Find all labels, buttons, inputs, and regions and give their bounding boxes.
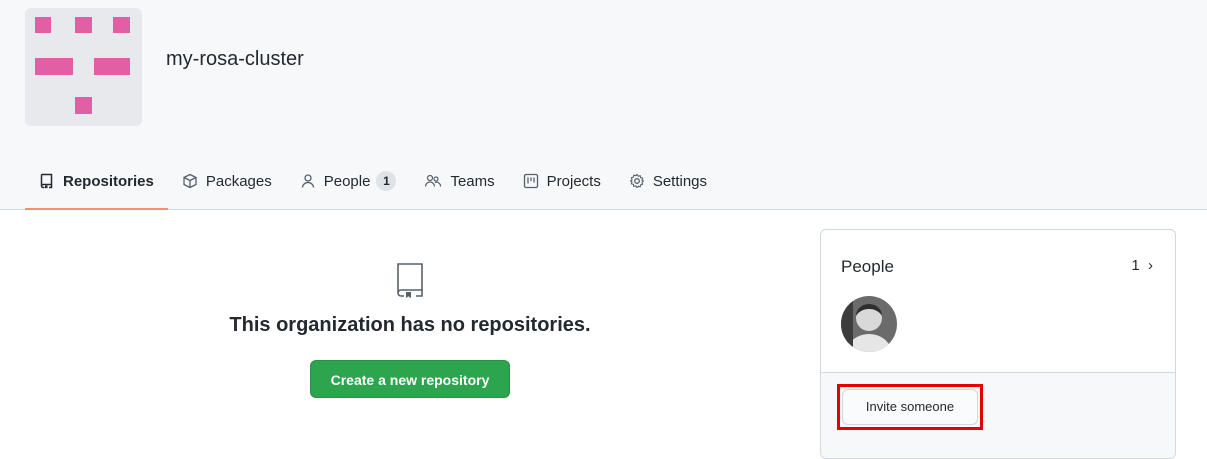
tab-projects[interactable]: Projects (509, 158, 615, 204)
tab-people[interactable]: People 1 (286, 158, 411, 204)
repo-icon (40, 173, 53, 189)
people-icon (425, 174, 442, 187)
repo-icon (397, 263, 423, 298)
people-card-count-link[interactable]: 1 › (1131, 257, 1153, 274)
empty-state: This organization has no repositories. C… (160, 262, 660, 398)
people-card-footer: Invite someone (821, 372, 1175, 458)
package-icon (183, 173, 197, 189)
tab-repositories[interactable]: Repositories (25, 158, 168, 210)
tab-label: Packages (205, 172, 272, 190)
gear-icon (629, 173, 644, 189)
chevron-right-icon: › (1143, 257, 1153, 274)
tab-label: Repositories (63, 172, 154, 190)
people-card-title[interactable]: People (841, 257, 894, 277)
tab-label: Settings (652, 172, 708, 190)
empty-state-message: This organization has no repositories. (229, 314, 591, 336)
project-icon (523, 173, 538, 189)
tab-settings[interactable]: Settings (615, 158, 721, 204)
org-avatar (25, 8, 142, 126)
org-header: my-rosa-cluster Repositories Packages Pe… (0, 0, 1207, 210)
people-card: People 1 › Invite someone (820, 229, 1176, 459)
people-count: 1 (1131, 257, 1140, 274)
invite-someone-button[interactable]: Invite someone (842, 389, 978, 425)
org-nav-tabs: Repositories Packages People 1 Teams Pro… (25, 158, 721, 210)
tab-teams[interactable]: Teams (410, 158, 508, 204)
org-name: my-rosa-cluster (166, 48, 304, 70)
people-counter: 1 (376, 171, 397, 191)
tab-label: People (323, 172, 371, 190)
member-avatar[interactable] (841, 296, 897, 352)
create-repository-button[interactable]: Create a new repository (309, 360, 511, 398)
tab-label: Teams (450, 172, 495, 190)
person-icon (301, 174, 314, 188)
tab-packages[interactable]: Packages (168, 158, 286, 204)
tab-label: Projects (546, 172, 601, 190)
